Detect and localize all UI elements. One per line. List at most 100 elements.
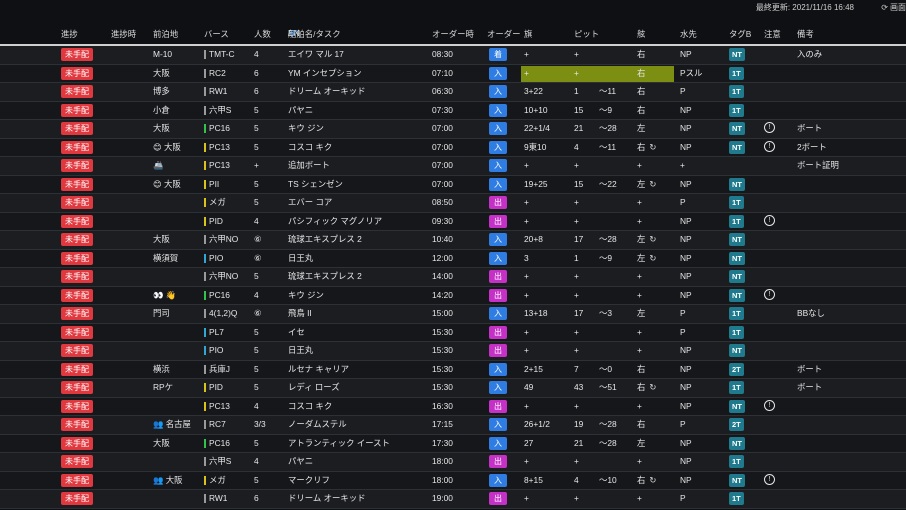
col-caution[interactable]: 注意: [764, 28, 781, 40]
tug-badge[interactable]: NT: [729, 177, 745, 191]
cycle-icon[interactable]: ↻: [649, 234, 656, 244]
table-row[interactable]: 未手配 🚢 PC13 + 追加ボート 07:00 入 + + + + ボート証明: [0, 157, 906, 176]
tug-badge[interactable]: 1T: [729, 325, 744, 339]
order-badge[interactable]: 入: [489, 362, 507, 376]
col-people[interactable]: 人数: [254, 28, 271, 40]
status-badge[interactable]: 未手配: [61, 140, 93, 154]
ship-name[interactable]: エバー コア: [288, 197, 332, 208]
caution-icon[interactable]: !: [764, 214, 775, 226]
tug-badge[interactable]: 1T: [729, 85, 744, 98]
caution-icon[interactable]: !: [764, 288, 775, 300]
ship-name[interactable]: 琉球エキスプレス 2: [288, 234, 362, 245]
caution-icon[interactable]: !: [764, 473, 775, 485]
order-badge[interactable]: 入: [489, 307, 507, 320]
status-badge[interactable]: 未手配: [61, 251, 93, 265]
refresh-button[interactable]: ⟳ 画面: [881, 2, 906, 13]
status-badge[interactable]: 未手配: [61, 122, 93, 135]
status-badge[interactable]: 未手配: [61, 307, 93, 320]
table-row[interactable]: 未手配 PC13 4 コスコ キク 16:30 出 + + + NP NT!: [0, 397, 906, 416]
tug-badge[interactable]: 1T: [729, 196, 744, 209]
status-badge[interactable]: 未手配: [61, 196, 93, 209]
order-badge[interactable]: 出: [489, 325, 507, 339]
ship-name[interactable]: コスコ キク: [288, 142, 332, 153]
table-row[interactable]: 未手配 横浜 兵庫J 5 ルセナ キャリア 15:30 入 2+15 7 〜0 右 NP 2T ボート: [0, 360, 906, 379]
ship-name[interactable]: ルセナ キャリア: [288, 364, 349, 375]
status-badge[interactable]: 未手配: [61, 214, 93, 228]
tug-badge[interactable]: NT: [729, 270, 745, 283]
tug-badge[interactable]: 2T: [729, 362, 744, 376]
col-tag[interactable]: タグB: [729, 28, 751, 40]
ship-name[interactable]: 琉球エキスプレス 2: [288, 271, 362, 282]
col-prev-port[interactable]: 前泊地: [153, 28, 178, 40]
tug-badge[interactable]: 1T: [729, 214, 744, 228]
ship-name[interactable]: パシフィック マグノリア: [288, 216, 382, 227]
ship-name[interactable]: アトランティック イースト: [288, 438, 390, 449]
order-badge[interactable]: 出: [489, 492, 507, 505]
tug-badge[interactable]: NT: [729, 48, 745, 61]
tug-badge[interactable]: NT: [729, 436, 745, 450]
order-badge[interactable]: 入: [489, 140, 507, 154]
order-badge[interactable]: 入: [489, 103, 507, 117]
status-badge[interactable]: 未手配: [61, 455, 93, 468]
table-row[interactable]: 未手配 メガ 5 エバー コア 08:50 出 + + + P 1T: [0, 194, 906, 213]
order-badge[interactable]: 出: [489, 455, 507, 468]
table-row[interactable]: 未手配 👀 👋 PC16 4 キウ ジン 14:20 出 + + + NP NT!: [0, 286, 906, 305]
tug-badge[interactable]: NT: [729, 399, 745, 413]
order-badge[interactable]: 出: [489, 344, 507, 357]
table-row[interactable]: 未手配 PID 4 パシフィック マグノリア 09:30 出 + + + NP 1T!: [0, 212, 906, 231]
table-row[interactable]: 未手配 大阪 六甲NO ⑥ 琉球エキスプレス 2 10:40 入 20+8 17 〜28 左 ↻ NP N…: [0, 231, 906, 250]
order-badge[interactable]: 出: [489, 214, 507, 228]
col-water[interactable]: 水先: [680, 28, 697, 40]
ship-name[interactable]: イセ: [288, 327, 305, 338]
table-row[interactable]: 未手配 😊 大阪 PII 5 TS シェンゼン 07:00 入 19+25 15 〜22 左 ↻ NP N…: [0, 175, 906, 194]
order-badge[interactable]: 出: [489, 270, 507, 283]
tug-badge[interactable]: NT: [729, 122, 745, 135]
status-badge[interactable]: 未手配: [61, 362, 93, 376]
order-badge[interactable]: 着: [489, 48, 507, 61]
order-badge[interactable]: 入: [489, 381, 507, 394]
order-badge[interactable]: 入: [489, 473, 507, 487]
table-row[interactable]: 未手配 M-10 TMT-C 4 エイワ マル 17 08:30 着 + + 右 NP NT 入のみ: [0, 46, 906, 65]
tug-badge[interactable]: 1T: [729, 455, 744, 468]
table-row[interactable]: 未手配 PL7 5 イセ 15:30 出 + + + P 1T: [0, 323, 906, 342]
ship-name[interactable]: キウ ジン: [288, 123, 324, 134]
order-badge[interactable]: 入: [489, 85, 507, 98]
table-row[interactable]: 未手配 RPケ PID 5 レディ ローズ 15:30 入 49 43 〜51 右 ↻ NP 1T ボート: [0, 379, 906, 398]
tug-badge[interactable]: NT: [729, 344, 745, 357]
status-badge[interactable]: 未手配: [61, 492, 93, 505]
ship-name[interactable]: コスコ キク: [288, 401, 332, 412]
tug-badge[interactable]: 1T: [729, 66, 744, 80]
col-flag[interactable]: 旗: [524, 28, 532, 40]
col-progress-time[interactable]: 進捗時: [111, 28, 136, 40]
table-row[interactable]: 未手配 門司 4(1,2)Q ⑥ 飛鳥 II 15:00 入 13+18 17 〜3 左 P 1T BBな…: [0, 305, 906, 324]
status-badge[interactable]: 未手配: [61, 399, 93, 413]
status-badge[interactable]: 未手配: [61, 85, 93, 98]
col-status[interactable]: 進捗: [61, 28, 78, 40]
tug-badge[interactable]: 1T: [729, 381, 744, 394]
ship-name[interactable]: パヤニ: [288, 456, 313, 467]
order-badge[interactable]: 入: [489, 436, 507, 450]
tug-badge[interactable]: NT: [729, 233, 745, 246]
caution-icon[interactable]: !: [764, 122, 775, 133]
order-badge[interactable]: 入: [489, 233, 507, 246]
ship-name[interactable]: エイワ マル 17: [288, 49, 344, 60]
table-row[interactable]: 未手配 大阪 PC16 5 アトランティック イースト 17:30 入 27 21 〜28 左 NP N…: [0, 434, 906, 453]
status-badge[interactable]: 未手配: [61, 344, 93, 357]
table-row[interactable]: 未手配 横須賀 PIO ⑥ 日王丸 12:00 入 3 1 〜9 左 ↻ NP NT: [0, 249, 906, 268]
order-badge[interactable]: 入: [489, 66, 507, 80]
status-badge[interactable]: 未手配: [61, 418, 93, 431]
ship-name[interactable]: YM インセプション: [288, 68, 362, 79]
ship-name[interactable]: 追加ボート: [288, 160, 330, 171]
ship-name[interactable]: 飛鳥 II: [288, 308, 312, 319]
cycle-icon[interactable]: ↻: [649, 475, 656, 485]
status-badge[interactable]: 未手配: [61, 48, 93, 61]
col-berth[interactable]: バース: [204, 28, 229, 40]
ship-name[interactable]: 日王丸: [288, 253, 313, 264]
status-badge[interactable]: 未手配: [61, 270, 93, 283]
status-badge[interactable]: 未手配: [61, 436, 93, 450]
order-badge[interactable]: 入: [489, 177, 507, 191]
table-row[interactable]: 未手配 小倉 六甲S 5 パヤニ 07:30 入 10+10 15 〜9 右 NP 1T: [0, 101, 906, 120]
order-badge[interactable]: 出: [489, 399, 507, 413]
ship-name[interactable]: ドリーム オーキッド: [288, 493, 365, 504]
tug-badge[interactable]: NT: [729, 473, 745, 487]
